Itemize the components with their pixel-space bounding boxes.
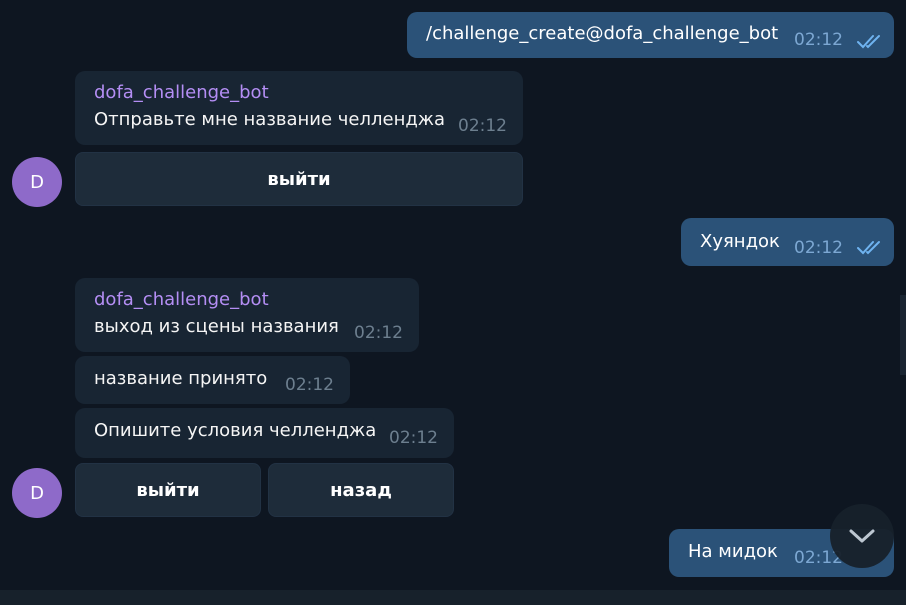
scroll-down-button[interactable]	[830, 504, 894, 568]
message-text: Опишите условия челленджа	[94, 420, 377, 441]
message-time: 02:12	[389, 428, 438, 448]
message-time: 02:12	[285, 375, 334, 395]
sender-name[interactable]: dofa_challenge_bot	[94, 289, 269, 310]
double-check-icon	[857, 241, 880, 255]
message-text: название принято	[94, 368, 268, 389]
outgoing-message[interactable]: /challenge_create@dofa_challenge_bot 02:…	[407, 12, 894, 58]
double-check-icon	[857, 35, 880, 49]
back-button[interactable]: назад	[268, 463, 454, 517]
message-text: Отправьте мне название челленджа	[94, 109, 446, 130]
scrollbar[interactable]	[900, 295, 906, 375]
incoming-message[interactable]: название принято 02:12	[75, 356, 350, 404]
outgoing-message[interactable]: Хуяндок 02:12	[681, 218, 894, 266]
message-time: 02:12	[794, 30, 843, 50]
chevron-down-icon	[849, 529, 875, 543]
exit-button[interactable]: выйти	[75, 152, 523, 206]
message-time: 02:12	[794, 238, 843, 258]
message-text: На мидок	[688, 541, 778, 562]
message-time: 02:12	[458, 116, 507, 136]
incoming-message[interactable]: dofa_challenge_bot выход из сцены назван…	[75, 278, 419, 352]
message-text: выход из сцены названия	[94, 316, 339, 337]
incoming-message[interactable]: Опишите условия челленджа 02:12	[75, 408, 454, 458]
avatar[interactable]: D	[12, 468, 62, 518]
avatar[interactable]: D	[12, 157, 62, 207]
exit-button[interactable]: выйти	[75, 463, 261, 517]
message-time: 02:12	[354, 323, 403, 343]
sender-name[interactable]: dofa_challenge_bot	[94, 82, 269, 103]
message-text: Хуяндок	[700, 231, 780, 252]
composer-bar	[0, 590, 906, 605]
incoming-message[interactable]: dofa_challenge_bot Отправьте мне названи…	[75, 71, 523, 145]
message-text: /challenge_create@dofa_challenge_bot	[426, 23, 779, 44]
